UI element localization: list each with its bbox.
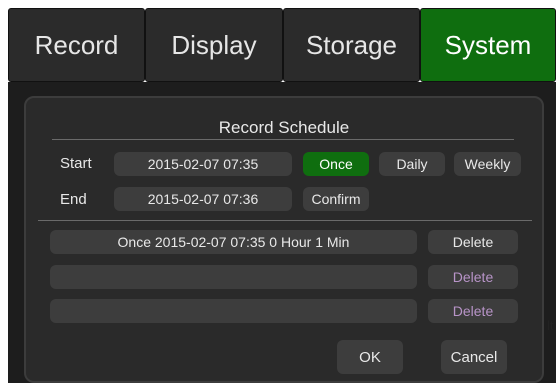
cancel-button[interactable]: Cancel — [441, 340, 507, 374]
delete-button-2[interactable]: Delete — [428, 265, 518, 289]
ok-button[interactable]: OK — [337, 340, 403, 374]
schedule-row-1: Once 2015-02-07 07:35 0 Hour 1 Min — [50, 230, 417, 254]
dialog-title: Record Schedule — [218, 118, 350, 137]
confirm-button[interactable]: Confirm — [303, 187, 369, 211]
top-tab-bar: Record Display Storage System — [8, 8, 556, 82]
weekly-button[interactable]: Weekly — [454, 152, 521, 176]
end-label: End — [60, 191, 87, 208]
tab-storage[interactable]: Storage — [283, 8, 420, 82]
tab-system[interactable]: System — [420, 8, 556, 82]
end-time-field[interactable]: 2015-02-07 07:36 — [114, 187, 292, 211]
start-time-field[interactable]: 2015-02-07 07:35 — [114, 152, 292, 176]
section-divider — [38, 220, 532, 221]
tab-display[interactable]: Display — [145, 8, 283, 82]
start-label: Start — [60, 155, 92, 172]
delete-button-1[interactable]: Delete — [428, 230, 518, 254]
delete-button-3[interactable]: Delete — [428, 299, 518, 323]
clipped-text: lt — [547, 318, 554, 333]
title-divider — [52, 139, 514, 140]
schedule-row-3 — [50, 299, 417, 323]
tab-record[interactable]: Record — [8, 8, 145, 82]
once-button[interactable]: Once — [303, 152, 369, 176]
daily-button[interactable]: Daily — [379, 152, 445, 176]
schedule-row-2 — [50, 265, 417, 289]
